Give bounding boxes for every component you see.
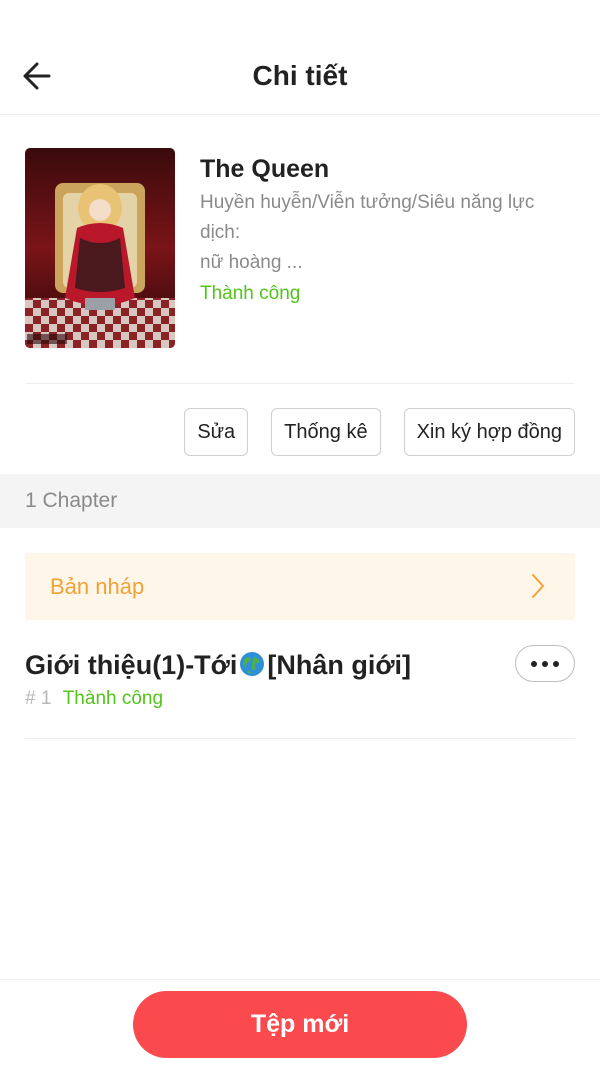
chapter-status: Thành công — [62, 688, 164, 709]
book-cover-image — [25, 148, 175, 348]
book-card: The Queen Huyền huyễn/Viễn tưởng/Siêu nă… — [25, 148, 575, 384]
chapter-number: # 1 — [25, 688, 52, 709]
book-status: Thành công — [200, 283, 301, 304]
book-cover[interactable] — [25, 148, 175, 348]
header: Chi tiết — [0, 0, 600, 115]
chapter-title: Giới thiệu(1)-Tới [Nhân giới] — [25, 650, 411, 681]
stats-button[interactable]: Thống kê — [271, 408, 381, 456]
book-info: The Queen Huyền huyễn/Viễn tưởng/Siêu nă… — [200, 152, 580, 309]
page-title: Chi tiết — [252, 60, 348, 91]
more-options-button[interactable] — [515, 645, 575, 682]
draft-row[interactable]: Bản nháp — [25, 553, 575, 620]
book-description-label: dịch: — [200, 222, 241, 243]
new-chapter-button[interactable]: Tệp mới — [133, 991, 467, 1058]
globe-icon — [240, 652, 265, 676]
book-genre: Huyền huyễn/Viễn tưởng/Siêu năng lực — [200, 192, 535, 213]
more-dots-icon — [542, 660, 548, 667]
book-description: nữ hoàng ... — [200, 252, 303, 273]
draft-label: Bản nháp — [50, 574, 145, 599]
more-dots-icon — [553, 660, 559, 667]
contract-button[interactable]: Xin ký hợp đồng — [403, 408, 575, 456]
chapter-title-text: Giới thiệu(1)-Tới — [25, 650, 238, 680]
edit-button[interactable]: Sửa — [184, 408, 249, 456]
chapter-count: 1 Chapter — [25, 489, 118, 512]
action-buttons: Sửa Thống kê Xin ký hợp đồng — [184, 408, 575, 456]
more-dots-icon — [531, 660, 537, 667]
chapter-count-bar: 1 Chapter — [0, 474, 600, 528]
footer: Tệp mới — [0, 979, 600, 1067]
chapter-title-suffix: [Nhân giới] — [267, 650, 412, 680]
book-title: The Queen — [200, 155, 330, 183]
chevron-right-icon — [531, 573, 545, 604]
chapter-list-item[interactable]: Giới thiệu(1)-Tới [Nhân giới] # 1 Thành … — [25, 640, 575, 739]
chapter-meta: # 1 Thành công — [25, 688, 163, 710]
